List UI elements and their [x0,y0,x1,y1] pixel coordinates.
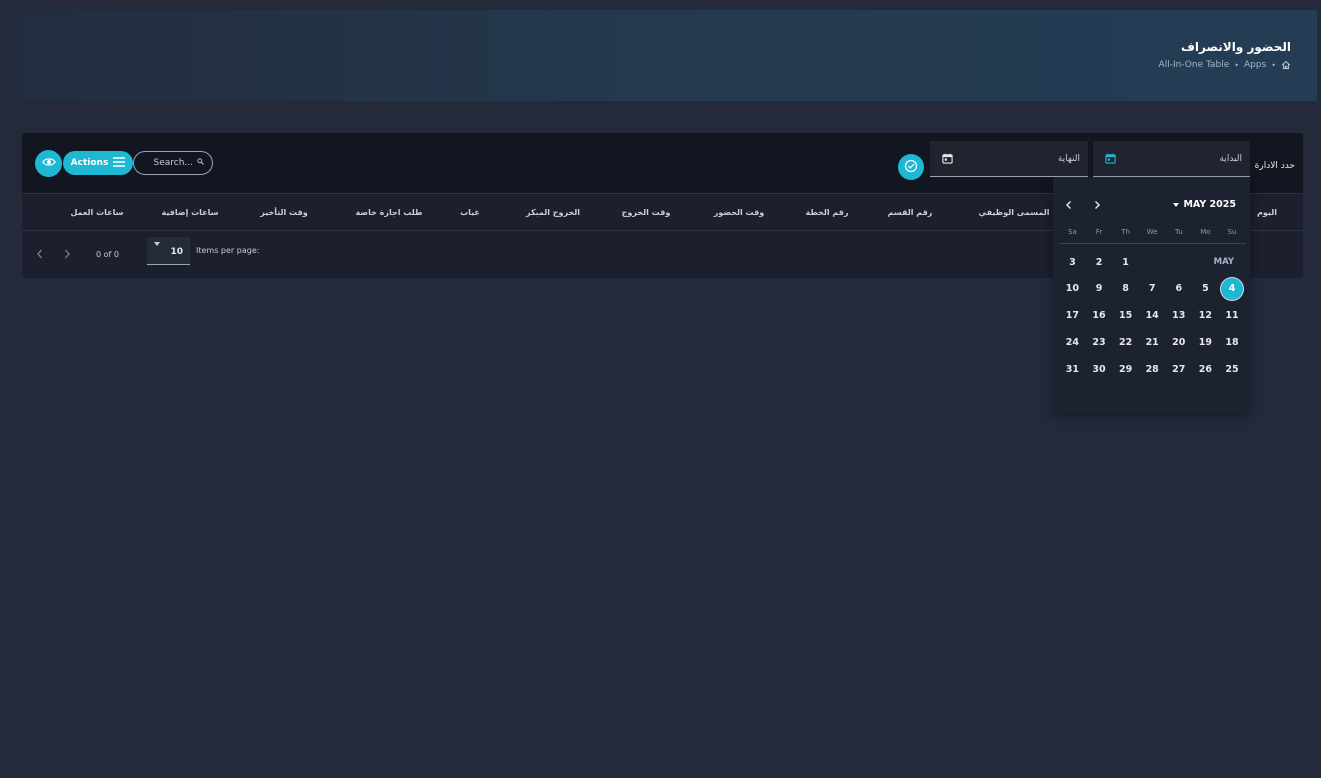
chevron-left-icon [1066,201,1071,209]
breadcrumb-separator: • [1271,60,1276,70]
breadcrumb-item-all-in-one-table[interactable]: All-In-One Table [1159,60,1230,70]
period-label: MAY 2025 [1183,199,1236,210]
calendar-day[interactable]: 21 [1140,330,1164,354]
column-header-check-out-time[interactable]: وقت الخروج [622,208,671,217]
calendar-day[interactable]: 5 [1193,277,1217,301]
calendar-day[interactable]: 15 [1114,304,1138,328]
home-icon[interactable] [1281,60,1291,70]
items-per-page-select[interactable]: 10 [147,237,190,265]
chevron-right-icon [1095,201,1100,209]
calendar-day[interactable]: 17 [1060,304,1084,328]
calendar-day[interactable]: 16 [1087,304,1111,328]
items-per-page-label: Items per page: [196,246,260,255]
page-header: الحضور والانصراف All-In-One Table • Apps… [6,10,1317,101]
column-header-special-leave-request[interactable]: طلب اجازة خاصة [355,208,422,217]
calendar-icon[interactable] [1105,153,1116,164]
weekday-header: Su Mo Tu We Th Fr Sa [1059,228,1246,238]
end-date-label: النهاية [1057,153,1080,164]
eye-icon [41,154,56,173]
weekday-label: Th [1121,228,1130,236]
calendar-day[interactable]: 1 [1114,250,1138,274]
toggle-columns-button[interactable] [35,150,62,177]
calendar-divider [1059,243,1246,244]
column-header-day[interactable]: اليوم [1257,208,1277,217]
column-header-overtime-hours[interactable]: ساعات إضافية [162,208,219,217]
actions-button-label: Actions [70,158,109,168]
start-date-field[interactable]: البداية [1093,141,1250,177]
calendar-day[interactable]: 22 [1114,330,1138,354]
calendar-day[interactable]: 31 [1060,357,1084,381]
menu-icon [113,156,126,170]
calendar-day[interactable]: 19 [1193,330,1217,354]
calendar-day[interactable]: 11 [1220,304,1244,328]
calendar-day[interactable]: 13 [1167,304,1191,328]
end-date-field[interactable]: النهاية [930,141,1088,177]
breadcrumb-separator: • [1234,60,1239,70]
calendar-day[interactable]: 20 [1167,330,1191,354]
page-title: الحضور والانصراف [1180,40,1291,54]
calendar-day[interactable]: 12 [1193,304,1217,328]
calendar-day[interactable]: 8 [1114,277,1138,301]
apply-filter-button[interactable] [898,154,924,180]
period-select-button[interactable]: MAY 2025 [1173,199,1236,210]
calendar-day[interactable]: 29 [1114,357,1138,381]
month-label: MAY [1213,257,1234,267]
column-header-working-hours[interactable]: ساعات العمل [71,208,124,217]
calendar-day[interactable]: 23 [1087,330,1111,354]
calendar-day[interactable]: 7 [1140,277,1164,301]
breadcrumb: All-In-One Table • Apps • [1159,60,1291,70]
calendar-day[interactable]: 18 [1220,330,1244,354]
breadcrumb-item-apps[interactable]: Apps [1244,60,1266,70]
calendar-day[interactable]: 25 [1220,357,1244,381]
check-circle-icon [904,158,918,177]
search-input[interactable]: Search... [133,151,213,175]
weekday-label: Tu [1174,228,1183,236]
weekday-label: Su [1227,228,1237,236]
calendar-day[interactable]: 9 [1087,277,1111,301]
column-header-absence[interactable]: غياب [460,208,480,217]
page-range-label: 0 of 0 [96,250,119,259]
calendar-day[interactable]: 26 [1193,357,1217,381]
column-header-job-title[interactable]: المسمى الوظيفي [979,208,1050,217]
chevron-right-icon[interactable] [62,248,72,260]
weekday-label: We [1146,228,1158,236]
next-month-button[interactable] [1091,199,1103,211]
column-header-delay-time[interactable]: وقت التأخير [260,208,308,217]
calendar-day[interactable]: 4 [1220,276,1244,301]
calendar-day[interactable]: 30 [1087,357,1111,381]
calendar-day[interactable]: 6 [1167,277,1191,301]
column-header-check-in-time[interactable]: وقت الحضور [714,208,764,217]
weekday-label: Fr [1095,228,1103,236]
department-select[interactable]: حدد الادارة [1255,161,1295,171]
column-header-early-leave[interactable]: الخروج المبكر [526,208,580,217]
search-placeholder: Search... [153,158,193,168]
search-icon [197,158,204,168]
calendar-day[interactable]: 27 [1167,357,1191,381]
calendar-day[interactable]: 3 [1060,250,1084,274]
start-date-label: البداية [1219,153,1242,164]
calendar-day[interactable]: 28 [1140,357,1164,381]
chevron-left-icon[interactable] [35,248,45,260]
calendar-icon[interactable] [942,153,953,164]
actions-button[interactable]: Actions [63,151,133,175]
calendar-day[interactable]: 10 [1060,277,1084,301]
caret-down-icon [1173,202,1180,207]
weekday-label: Sa [1068,228,1077,236]
column-header-department-number[interactable]: رقم القسم [888,208,933,217]
calendar-day[interactable]: 14 [1140,304,1164,328]
weekday-label: Mo [1200,228,1211,236]
items-per-page-value: 10 [170,247,183,257]
datepicker-popup: MAY 2025 Su Mo Tu We Th Fr Sa MAY 1 2 3 4 5 6 7 8 9 10 1… [1053,177,1250,413]
calendar-day[interactable]: 24 [1060,330,1084,354]
column-header-plan-number[interactable]: رقم الخطة [805,208,848,217]
calendar-day[interactable]: 2 [1087,250,1111,274]
caret-down-icon [154,242,160,246]
previous-month-button[interactable] [1063,199,1075,211]
